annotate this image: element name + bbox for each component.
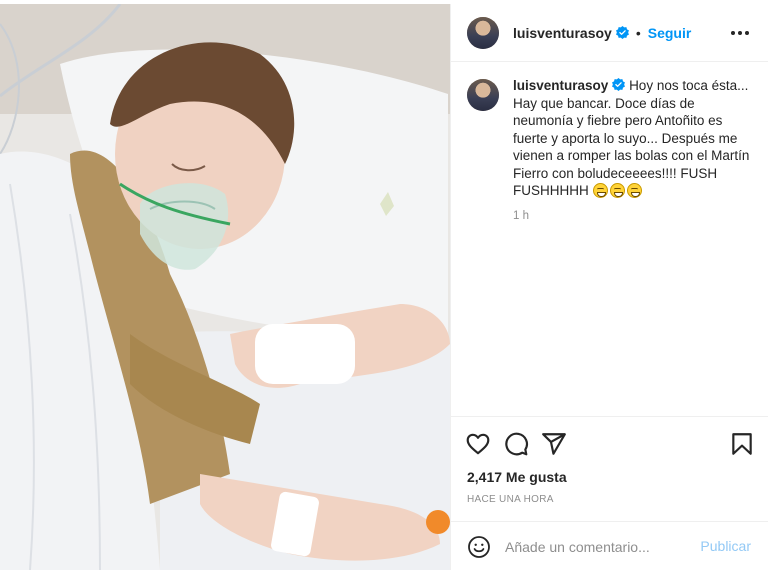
likes-count[interactable]: 2,417 Me gusta xyxy=(467,469,567,485)
share-icon[interactable] xyxy=(541,431,567,457)
comment-icon[interactable] xyxy=(503,431,529,457)
post-side-panel: luisventurasoy • Seguir luisventurasoy H… xyxy=(450,4,768,570)
username-link[interactable]: luisventurasoy xyxy=(513,25,612,41)
action-icons-row xyxy=(465,431,755,457)
more-options-icon[interactable] xyxy=(731,24,749,42)
caption-timestamp[interactable]: 1 h xyxy=(513,210,753,222)
instagram-post-modal: luisventurasoy • Seguir luisventurasoy H… xyxy=(0,0,768,576)
grin-emoji-icon xyxy=(626,183,642,198)
post-photo[interactable] xyxy=(0,4,450,570)
separator-dot: • xyxy=(635,24,641,41)
emoji-picker-icon[interactable] xyxy=(467,535,491,559)
grin-emoji-icon xyxy=(609,183,625,198)
comment-bar: Publicar xyxy=(451,521,768,571)
grin-emoji-icon xyxy=(592,183,608,198)
caption-username-link[interactable]: luisventurasoy xyxy=(513,78,608,93)
verified-badge-icon xyxy=(615,26,629,39)
caption-avatar[interactable] xyxy=(467,79,499,111)
post-header: luisventurasoy • Seguir xyxy=(451,4,768,62)
verified-badge-icon xyxy=(612,78,626,91)
caption-body: luisventurasoy Hoy nos toca ésta... Hay … xyxy=(513,77,753,222)
photo-illustration xyxy=(0,4,450,570)
heart-icon[interactable] xyxy=(465,431,491,457)
post-timestamp[interactable]: HACE UNA HORA xyxy=(467,494,554,505)
caption-text: Hoy nos toca ésta... Hay que bancar. Doc… xyxy=(513,78,754,198)
follow-button[interactable]: Seguir xyxy=(648,25,692,41)
avatar[interactable] xyxy=(467,16,499,49)
bookmark-icon[interactable] xyxy=(729,431,755,457)
comment-input[interactable] xyxy=(505,534,695,559)
post-caption: luisventurasoy Hoy nos toca ésta... Hay … xyxy=(467,77,757,222)
post-actions: 2,417 Me gusta HACE UNA HORA Publicar xyxy=(451,416,768,570)
caption-text-block: luisventurasoy Hoy nos toca ésta... Hay … xyxy=(513,77,753,200)
publish-button[interactable]: Publicar xyxy=(700,538,751,554)
